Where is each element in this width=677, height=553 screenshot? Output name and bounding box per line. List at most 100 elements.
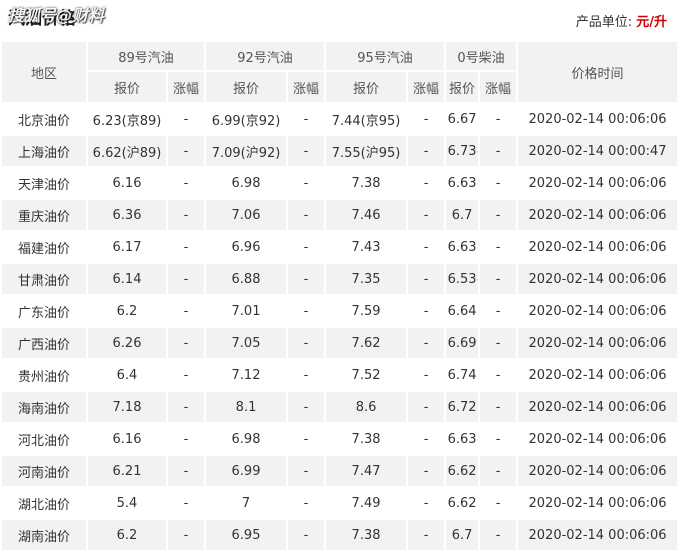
- cell-92-price: 7.12: [206, 360, 287, 390]
- cell-92-price: 6.99: [206, 456, 287, 486]
- cell-0-price: 6.62: [446, 488, 479, 518]
- sub-header-price: 报价: [88, 72, 166, 102]
- cell-95-price: 7.62: [326, 328, 407, 358]
- table-row: 上海油价 6.62(沪89) -7.09(沪92) -7.55(沪95) -6.73-2…: [2, 136, 677, 166]
- cell-region: 海南油价: [2, 392, 86, 422]
- cell-89-change: -: [168, 456, 205, 486]
- cell-0-price: 6.63: [446, 232, 479, 262]
- table-row: 河北油价 6.16-6.98-7.38-6.63-2020-02-14 00:06…: [2, 424, 677, 454]
- cell-region: 广西油价: [2, 328, 86, 358]
- table-row: 湖北油价 5.4-7-7.49-6.62-2020-02-14 00:06:06: [2, 488, 677, 518]
- table-row: 甘肃油价 6.14-6.88-7.35-6.53-2020-02-14 00:06…: [2, 264, 677, 294]
- cell-95-change: -: [408, 488, 445, 518]
- cell-89-price: 6.14: [88, 264, 166, 294]
- cell-89-change: -: [168, 264, 205, 294]
- cell-92-change: -: [288, 200, 325, 230]
- cell-time: 2020-02-14 00:06:06: [518, 392, 677, 422]
- cell-time: 2020-02-14 00:06:06: [518, 488, 677, 518]
- cell-0-price: 6.7: [446, 200, 479, 230]
- cell-89-price: 5.4: [88, 488, 166, 518]
- cell-89-price: 6.21: [88, 456, 166, 486]
- table-row: 广西油价 6.26-7.05-7.62-6.69-2020-02-14 00:06…: [2, 328, 677, 358]
- cell-time: 2020-02-14 00:00:47: [518, 136, 677, 166]
- sub-header-change: 涨幅: [480, 72, 517, 102]
- cell-time: 2020-02-14 00:06:06: [518, 168, 677, 198]
- cell-95-change: -: [408, 168, 445, 198]
- cell-95-price: 7.38: [326, 520, 407, 550]
- cell-region: 上海油价: [2, 136, 86, 166]
- cell-0-change: -: [480, 424, 517, 454]
- cell-0-change: -: [480, 392, 517, 422]
- col-header-0-diesel: 0号柴油: [446, 42, 517, 70]
- cell-95-price: 7.46: [326, 200, 407, 230]
- cell-region: 福建油价: [2, 232, 86, 262]
- cell-0-change: -: [480, 456, 517, 486]
- sub-header-price: 报价: [446, 72, 479, 102]
- cell-92-change: -: [288, 392, 325, 422]
- cell-time: 2020-02-14 00:06:06: [518, 456, 677, 486]
- col-header-region: 地区: [2, 42, 86, 102]
- table-body: 北京油价 6.23(京89) -6.99(京92) -7.44(京95) -6.67-2…: [2, 104, 677, 550]
- cell-89-change: -: [168, 200, 205, 230]
- cell-95-price: 7.52: [326, 360, 407, 390]
- cell-92-price: 7.01: [206, 296, 287, 326]
- cell-region: 天津油价: [2, 168, 86, 198]
- cell-time: 2020-02-14 00:06:06: [518, 264, 677, 294]
- cell-92-change: -: [288, 168, 325, 198]
- table-row: 天津油价 6.16-6.98-7.38-6.63-2020-02-14 00:06…: [2, 168, 677, 198]
- table-row: 贵州油价 6.4-7.12-7.52-6.74-2020-02-14 00:06:…: [2, 360, 677, 390]
- cell-92-price: 6.98: [206, 424, 287, 454]
- cell-92-change: -: [288, 488, 325, 518]
- cell-92-change: -: [288, 360, 325, 390]
- page-title: 汽油价格: [8, 9, 76, 29]
- unit-value: 元/升: [636, 15, 667, 30]
- cell-0-price: 6.72: [446, 392, 479, 422]
- cell-89-change: -: [168, 232, 205, 262]
- cell-89-change: -: [168, 424, 205, 454]
- table-row: 河南油价 6.21-6.99-7.47-6.62-2020-02-14 00:06…: [2, 456, 677, 486]
- cell-0-price: 6.74: [446, 360, 479, 390]
- cell-0-change: -: [480, 104, 517, 134]
- sub-header-price: 报价: [206, 72, 287, 102]
- cell-95-change: -: [408, 264, 445, 294]
- cell-95-change: -: [408, 424, 445, 454]
- cell-92-change: -: [288, 456, 325, 486]
- table-row: 广东油价 6.2-7.01-7.59-6.64-2020-02-14 00:06:…: [2, 296, 677, 326]
- cell-region: 湖北油价: [2, 488, 86, 518]
- table-row: 重庆油价 6.36-7.06-7.46-6.7-2020-02-14 00:06:…: [2, 200, 677, 230]
- cell-0-price: 6.7: [446, 520, 479, 550]
- cell-region: 湖南油价: [2, 520, 86, 550]
- cell-95-change: -: [408, 456, 445, 486]
- cell-0-change: -: [480, 200, 517, 230]
- cell-92-change: -: [288, 232, 325, 262]
- cell-0-change: -: [480, 360, 517, 390]
- cell-92-price: 6.99(京92): [206, 104, 287, 134]
- cell-0-change: -: [480, 488, 517, 518]
- cell-time: 2020-02-14 00:06:06: [518, 232, 677, 262]
- cell-92-change: -: [288, 136, 325, 166]
- cell-92-change: -: [288, 264, 325, 294]
- cell-95-price: 7.49: [326, 488, 407, 518]
- sub-header-change: 涨幅: [408, 72, 445, 102]
- cell-region: 河南油价: [2, 456, 86, 486]
- cell-89-price: 6.26: [88, 328, 166, 358]
- cell-time: 2020-02-14 00:06:06: [518, 104, 677, 134]
- cell-0-price: 6.62: [446, 456, 479, 486]
- col-header-92: 92号汽油: [206, 42, 325, 70]
- cell-0-change: -: [480, 328, 517, 358]
- cell-time: 2020-02-14 00:06:06: [518, 328, 677, 358]
- cell-92-price: 8.1: [206, 392, 287, 422]
- cell-89-price: 6.62(沪89): [88, 136, 166, 166]
- cell-92-price: 7.05: [206, 328, 287, 358]
- cell-region: 河北油价: [2, 424, 86, 454]
- cell-89-change: -: [168, 136, 205, 166]
- cell-89-price: 6.16: [88, 424, 166, 454]
- cell-89-change: -: [168, 360, 205, 390]
- cell-95-change: -: [408, 392, 445, 422]
- cell-89-price: 6.2: [88, 520, 166, 550]
- cell-89-price: 6.16: [88, 168, 166, 198]
- cell-0-price: 6.64: [446, 296, 479, 326]
- col-header-95: 95号汽油: [326, 42, 445, 70]
- cell-95-change: -: [408, 200, 445, 230]
- cell-89-change: -: [168, 104, 205, 134]
